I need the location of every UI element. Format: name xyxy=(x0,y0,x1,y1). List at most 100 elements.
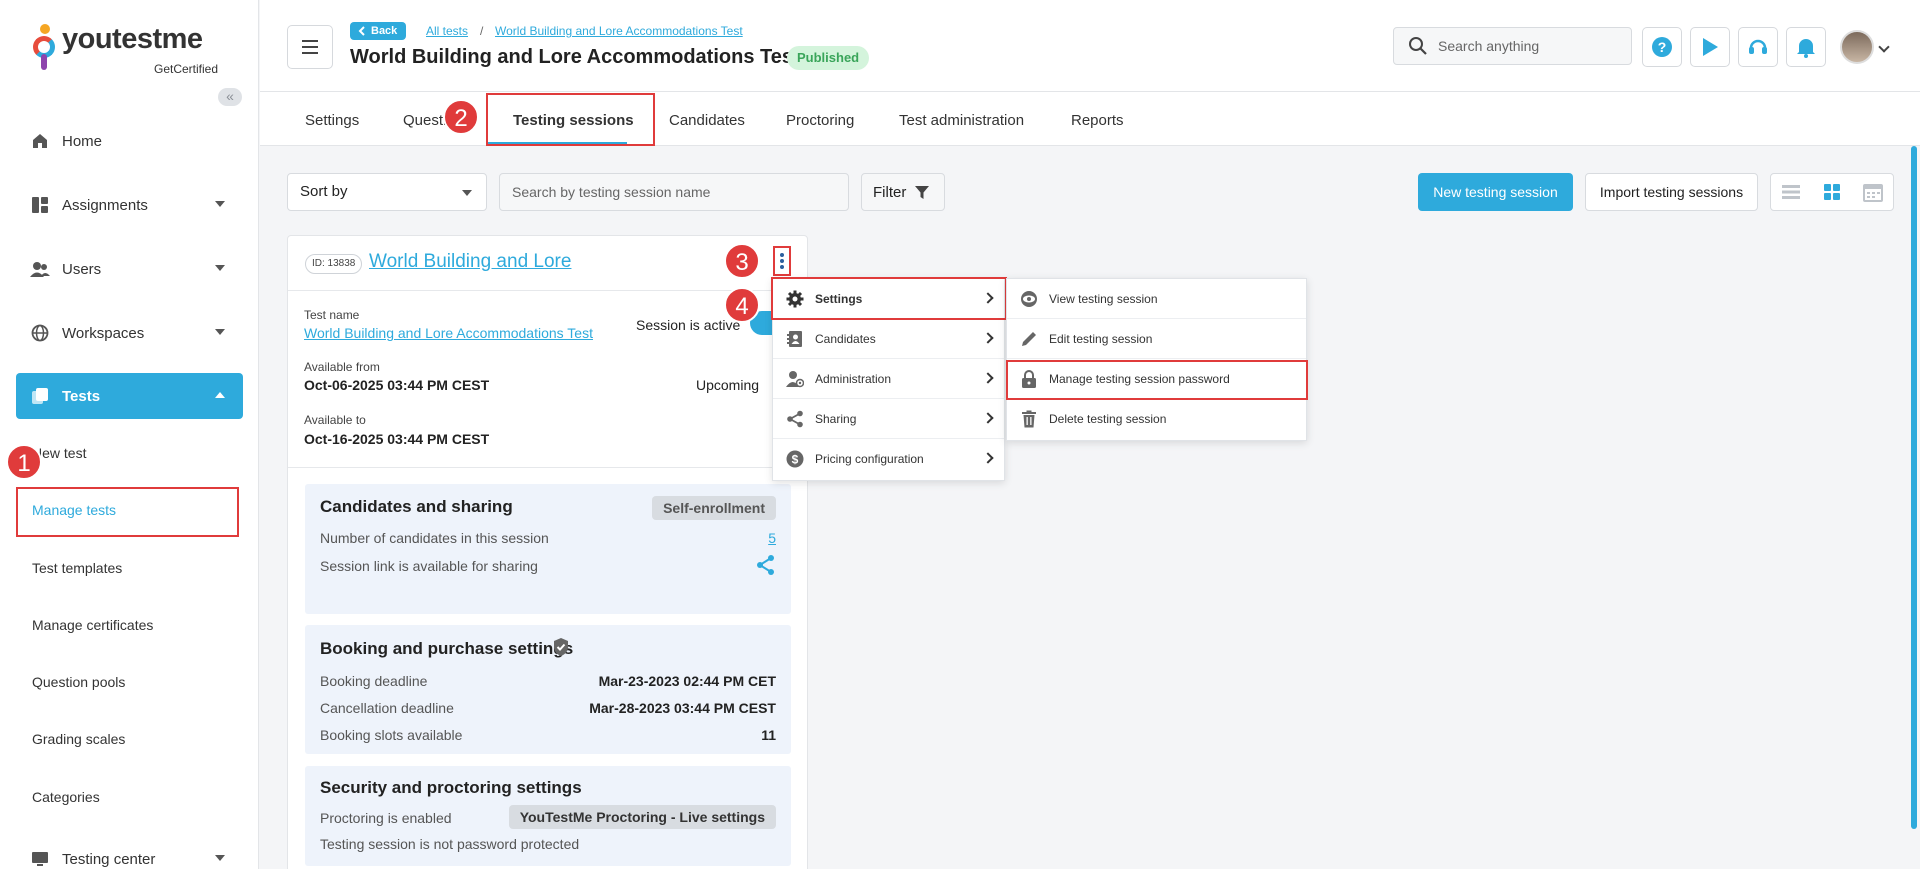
share-icon xyxy=(785,409,805,429)
avatar[interactable] xyxy=(1840,30,1874,64)
import-testing-sessions-button[interactable]: Import testing sessions xyxy=(1585,173,1758,211)
available-from-value: Oct-06-2025 03:44 PM CEST xyxy=(304,377,490,393)
cancellation-deadline-label: Cancellation deadline xyxy=(320,700,454,716)
chevron-down-icon[interactable] xyxy=(1878,41,1890,53)
step-badge-3: 3 xyxy=(724,243,760,279)
contacts-icon xyxy=(785,329,805,349)
menu-item-candidates[interactable]: Candidates xyxy=(773,319,1004,359)
more-options-button[interactable] xyxy=(773,246,791,276)
menu-item-pricing[interactable]: $ Pricing configuration xyxy=(773,439,1004,479)
sidebar-item-label: Testing center xyxy=(62,850,156,868)
bell-icon xyxy=(1797,39,1815,58)
play-icon xyxy=(1703,38,1718,56)
breadcrumb-all-tests[interactable]: All tests xyxy=(426,24,468,38)
test-name-label: Test name xyxy=(304,308,360,322)
tab-settings[interactable]: Settings xyxy=(305,112,359,129)
panel-title: Candidates and sharing xyxy=(320,497,513,516)
session-search-placeholder: Search by testing session name xyxy=(512,184,711,200)
test-name-link[interactable]: World Building and Lore Accommodations T… xyxy=(304,325,593,341)
collapse-sidebar-button[interactable]: « xyxy=(218,88,242,106)
chevron-right-icon xyxy=(982,452,994,464)
back-button[interactable]: Back xyxy=(350,22,407,40)
session-search-input[interactable]: Search by testing session name xyxy=(499,173,849,211)
new-testing-session-button[interactable]: New testing session xyxy=(1418,173,1573,211)
hamburger-menu-button[interactable] xyxy=(287,25,333,69)
help-icon: ? xyxy=(1652,37,1672,57)
step-badge-2: 2 xyxy=(443,99,479,135)
chevron-down-icon xyxy=(215,265,225,271)
sidebar-sub-manage-certificates[interactable]: Manage certificates xyxy=(32,617,153,633)
submenu-edit-session[interactable]: Edit testing session xyxy=(1007,319,1306,359)
support-button[interactable] xyxy=(1738,27,1778,67)
sidebar-item-assignments[interactable]: Assignments xyxy=(16,182,243,228)
tests-icon xyxy=(30,386,50,406)
assignments-icon xyxy=(30,195,50,215)
sidebar-item-users[interactable]: Users xyxy=(16,246,243,292)
submenu-item-label: Delete testing session xyxy=(1049,412,1167,426)
calendar-view-button[interactable] xyxy=(1852,174,1893,210)
step-badge-1: 1 xyxy=(6,444,42,480)
filter-button[interactable]: Filter xyxy=(861,173,945,211)
monitor-icon xyxy=(30,849,50,869)
search-icon xyxy=(1409,37,1427,55)
sidebar-sub-test-templates[interactable]: Test templates xyxy=(32,560,122,576)
list-icon xyxy=(1782,185,1801,199)
chevron-right-icon xyxy=(982,412,994,424)
page-scrollbar[interactable] xyxy=(1911,146,1917,829)
sidebar: youtestme GetCertified « Home Assignment… xyxy=(0,0,259,869)
help-button[interactable]: ? xyxy=(1642,27,1682,67)
sidebar-item-tests[interactable]: Tests xyxy=(16,373,243,419)
svg-text:?: ? xyxy=(1658,39,1667,55)
session-title-link[interactable]: World Building and Lore xyxy=(369,251,571,273)
chevron-down-icon xyxy=(215,855,225,861)
play-button[interactable] xyxy=(1690,27,1730,67)
page-title: World Building and Lore Accommodations T… xyxy=(350,46,800,68)
tab-proctoring[interactable]: Proctoring xyxy=(786,112,854,129)
sidebar-sub-grading-scales[interactable]: Grading scales xyxy=(32,731,125,747)
panel-title: Security and proctoring settings xyxy=(320,778,582,797)
share-icon[interactable] xyxy=(756,554,776,579)
sidebar-item-label: Workspaces xyxy=(62,324,145,342)
sidebar-sub-categories[interactable]: Categories xyxy=(32,789,100,805)
menu-item-sharing[interactable]: Sharing xyxy=(773,399,1004,439)
tab-test-administration[interactable]: Test administration xyxy=(899,112,1024,129)
top-header: Back All tests / World Building and Lore… xyxy=(260,0,1920,92)
session-link-label: Session link is available for sharing xyxy=(320,558,538,574)
logo-text: youtestme xyxy=(62,23,203,55)
chevron-down-icon xyxy=(215,201,225,207)
chevron-up-icon xyxy=(215,392,225,398)
tab-reports[interactable]: Reports xyxy=(1071,112,1124,129)
highlight-testing-sessions xyxy=(486,93,655,146)
sidebar-item-home[interactable]: Home xyxy=(16,118,243,164)
sidebar-sub-question-pools[interactable]: Question pools xyxy=(32,674,125,690)
logo-subtitle: GetCertified xyxy=(154,62,219,76)
menu-item-administration[interactable]: Administration xyxy=(773,359,1004,399)
notifications-button[interactable] xyxy=(1786,27,1826,67)
highlight-settings-menu-item xyxy=(771,277,1007,320)
sidebar-item-workspaces[interactable]: Workspaces xyxy=(16,310,243,356)
breadcrumb-test[interactable]: World Building and Lore Accommodations T… xyxy=(495,24,743,38)
sort-dropdown[interactable]: Sort by xyxy=(287,173,487,211)
chevron-right-icon xyxy=(982,372,994,384)
tab-questions[interactable]: Questi xyxy=(403,112,446,129)
grid-view-button[interactable] xyxy=(1812,174,1853,210)
list-view-button[interactable] xyxy=(1771,174,1812,210)
divider xyxy=(288,467,807,468)
global-search-input[interactable]: Search anything xyxy=(1393,27,1632,65)
sort-label: Sort by xyxy=(300,183,348,200)
search-placeholder: Search anything xyxy=(1438,38,1540,54)
breadcrumb-separator: / xyxy=(480,24,484,38)
candidates-count-link[interactable]: 5 xyxy=(768,530,776,546)
logo-icon xyxy=(32,24,58,70)
view-toggle-group xyxy=(1770,173,1894,211)
submenu-delete-session[interactable]: Delete testing session xyxy=(1007,399,1306,439)
submenu-view-session[interactable]: View testing session xyxy=(1007,279,1306,319)
booking-deadline-value: Mar-23-2023 02:44 PM CET xyxy=(598,673,776,689)
sidebar-item-testing-center[interactable]: Testing center xyxy=(16,836,243,869)
dollar-icon: $ xyxy=(785,449,805,469)
sidebar-item-label: Users xyxy=(62,260,102,278)
cancellation-deadline-value: Mar-28-2023 03:44 PM CEST xyxy=(589,700,776,716)
self-enrollment-chip: Self-enrollment xyxy=(652,496,776,520)
tab-candidates[interactable]: Candidates xyxy=(669,112,745,129)
svg-text:$: $ xyxy=(792,453,799,467)
